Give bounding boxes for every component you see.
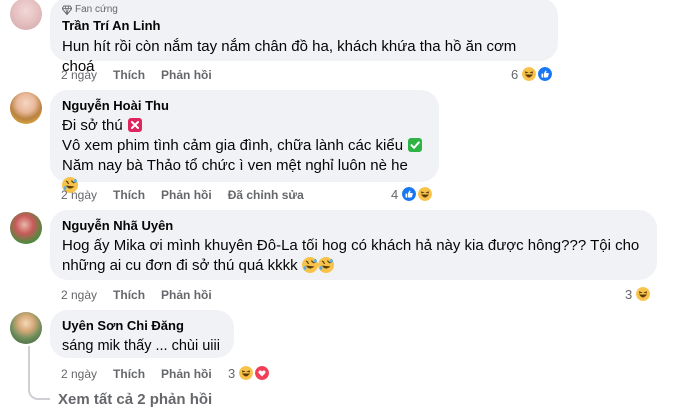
timestamp[interactable]: 2 ngày bbox=[61, 187, 97, 203]
reaction-summary[interactable]: 3 bbox=[228, 364, 272, 382]
love-icon bbox=[253, 364, 272, 382]
comment-line: những ai cu đơn đi sở thú quá kkkk bbox=[62, 256, 645, 276]
reaction-count: 4 bbox=[391, 186, 399, 202]
comment-bubble: Uyên Sơn Chi Đăng sáng mik thấy ... chùi… bbox=[50, 310, 234, 358]
reaction-summary[interactable]: 6 bbox=[511, 65, 555, 83]
like-button[interactable]: Thích bbox=[113, 67, 145, 83]
thread-line bbox=[28, 346, 30, 386]
view-all-replies-link[interactable]: Xem tất cả 2 phản hồi bbox=[58, 391, 212, 409]
author-name[interactable]: Nguyễn Hoài Thu bbox=[62, 98, 427, 114]
reaction-summary[interactable]: 4 bbox=[391, 185, 435, 203]
author-name[interactable]: Uyên Sơn Chi Đăng bbox=[62, 318, 222, 334]
check-mark-icon bbox=[407, 137, 423, 153]
reaction-count: 6 bbox=[511, 66, 519, 82]
reply-button[interactable]: Phản hồi bbox=[161, 67, 212, 83]
timestamp[interactable]: 2 ngày bbox=[61, 366, 97, 382]
author-name[interactable]: Nguyễn Nhã Uyên bbox=[62, 218, 645, 234]
fan-badge: Fan cứng bbox=[62, 4, 546, 16]
timestamp[interactable]: 2 ngày bbox=[61, 287, 97, 303]
comment-text: Vô xem phim tình cảm gia đình, chữa lành… bbox=[62, 137, 404, 154]
comment-text: Hog ấy Mika ơi mình khuyên Đô-La tối hog… bbox=[62, 237, 640, 254]
avatar[interactable] bbox=[10, 0, 42, 30]
reaction-summary[interactable]: 3 bbox=[625, 285, 653, 303]
avatar[interactable] bbox=[10, 92, 42, 124]
badge-label: Fan cứng bbox=[75, 4, 118, 15]
author-name[interactable]: Trần Trí An Linh bbox=[62, 18, 546, 34]
like-icon bbox=[536, 65, 555, 83]
like-button[interactable]: Thích bbox=[113, 366, 145, 382]
reply-button[interactable]: Phản hồi bbox=[161, 366, 212, 382]
comment-text: những ai cu đơn đi sở thú quá kkkk bbox=[62, 257, 298, 274]
comment-text: Năm nay bà Thảo tổ chức ì ven mệt nghỉ l… bbox=[62, 157, 408, 174]
cross-mark-icon bbox=[127, 117, 143, 133]
diamond-icon bbox=[62, 5, 72, 15]
reply-button[interactable]: Phản hồi bbox=[161, 187, 212, 203]
like-button[interactable]: Thích bbox=[113, 187, 145, 203]
comment-actions: 2 ngày Thích Phản hồi bbox=[61, 287, 212, 303]
rofl-emoji-icon bbox=[318, 257, 334, 273]
reply-button[interactable]: Phản hồi bbox=[161, 287, 212, 303]
comment-text: sáng mik thấy ... chùi uiii bbox=[62, 338, 220, 354]
comment-actions: 2 ngày Thích Phản hồi Đã chỉnh sửa bbox=[61, 187, 304, 203]
edited-label[interactable]: Đã chỉnh sửa bbox=[228, 187, 304, 203]
rofl-emoji-icon bbox=[302, 257, 318, 273]
comment-bubble: Nguyễn Nhã Uyên Hog ấy Mika ơi mình khuy… bbox=[50, 210, 657, 280]
comment-line: Vô xem phim tình cảm gia đình, chữa lành… bbox=[62, 136, 427, 156]
comment-actions: 2 ngày Thích Phản hồi bbox=[61, 67, 212, 83]
avatar[interactable] bbox=[10, 312, 42, 344]
comment-actions: 2 ngày Thích Phản hồi bbox=[61, 366, 212, 382]
thread-curve bbox=[28, 384, 50, 400]
like-button[interactable]: Thích bbox=[113, 287, 145, 303]
haha-icon bbox=[634, 285, 653, 303]
comment-bubble: Nguyễn Hoài Thu Đi sở thú Vô xem phim tì… bbox=[50, 90, 439, 182]
comment-bubble: Fan cứng Trần Trí An Linh Hun hít rồi cò… bbox=[50, 0, 558, 75]
comment-line: Đi sở thú bbox=[62, 116, 427, 136]
avatar[interactable] bbox=[10, 212, 42, 244]
haha-icon bbox=[416, 185, 435, 203]
timestamp[interactable]: 2 ngày bbox=[61, 67, 97, 83]
reaction-count: 3 bbox=[625, 286, 633, 302]
reaction-count: 3 bbox=[228, 365, 236, 381]
comment-text: Đi sở thú bbox=[62, 117, 123, 134]
